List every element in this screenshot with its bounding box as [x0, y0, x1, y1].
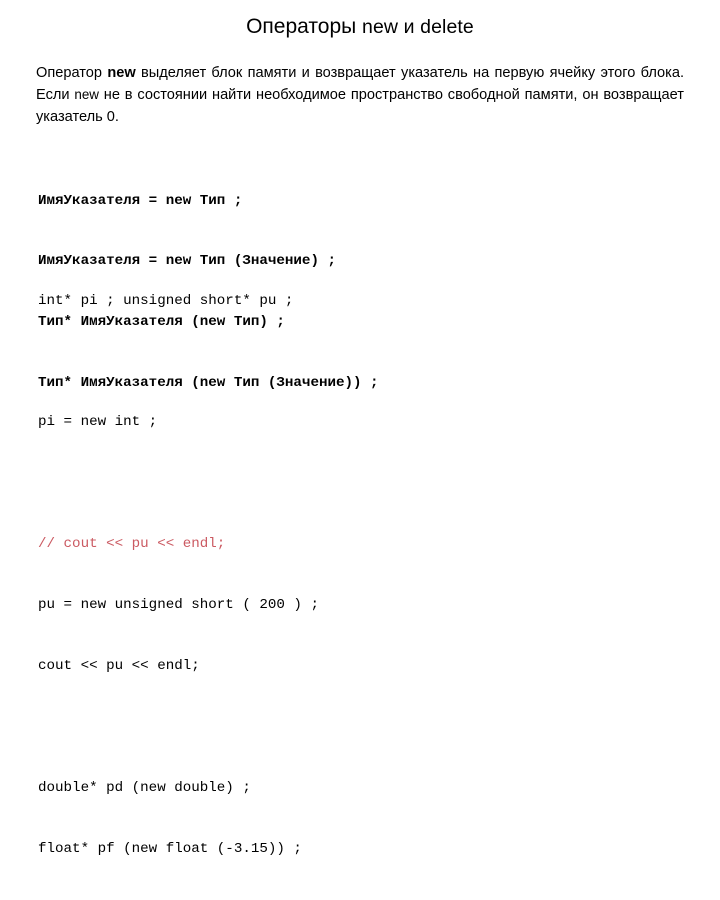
paragraph-segment-5: не в состоянии найти необходимое простра… [36, 87, 684, 125]
code-line-new-int: pi = new int ; [38, 414, 158, 431]
code-line-declarations: int* pi ; unsigned short* pu ; [38, 292, 294, 309]
paragraph-keyword-new-bold: new [107, 65, 136, 81]
code-line-new-unsigned-short: pu = new unsigned short ( 200 ) ; [38, 597, 319, 614]
syntax-line: ИмяУказателя = new Тип ; [38, 192, 243, 209]
example-code-block: int* pi ; unsigned short* pu ; pi = new … [38, 250, 319, 900]
paragraph-segment-1: Оператор [36, 65, 108, 81]
paragraph-keyword-new-inline: new [74, 87, 99, 102]
code-line-cout: cout << pu << endl; [38, 657, 200, 674]
code-line-new-double: double* pd (new double) ; [38, 779, 251, 796]
slide-canvas: Операторы new и delete Оператор new выде… [0, 0, 720, 857]
code-line-new-float: float* pf (new float (-3.15)) ; [38, 840, 302, 857]
code-line-commented-out: // cout << pu << endl; [38, 536, 226, 553]
page-title-cyrillic: Операторы [246, 15, 363, 38]
page-title-latin: new и delete [362, 16, 474, 38]
page-title: Операторы new и delete [0, 14, 720, 40]
intro-paragraph: Оператор new выделяет блок памяти и возв… [36, 62, 684, 128]
